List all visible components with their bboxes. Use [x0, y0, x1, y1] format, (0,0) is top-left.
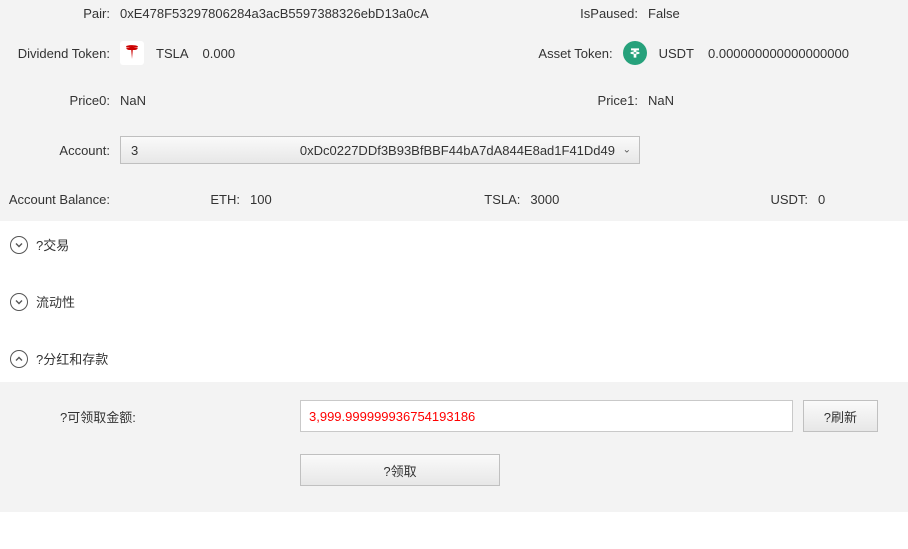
claimable-label: ?可领取金额: — [0, 407, 190, 426]
usdt-balance-value: 0 — [818, 192, 848, 207]
price0-label: Price0: — [0, 93, 120, 108]
tsla-balance-value: 3000 — [530, 192, 559, 207]
account-index: 3 — [131, 143, 138, 158]
asset-token-label: Asset Token: — [533, 46, 623, 61]
asset-token-symbol: USDT — [659, 46, 694, 61]
account-address: 0xDc0227DDf3B93BfBBF44bA7dA844E8ad1F41Dd… — [300, 143, 615, 158]
pair-value: 0xE478F53297806284a3acB5597388326ebD13a0… — [120, 6, 429, 21]
chevron-down-icon — [10, 236, 28, 254]
ispaused-value: False — [648, 6, 708, 21]
dividend-panel: ?可领取金额: ?刷新 ?领取 — [0, 382, 908, 512]
section-dividend-header[interactable]: ?分红和存款 — [0, 335, 908, 382]
dividend-token-amount: 0.000 — [203, 46, 236, 61]
usdt-icon — [623, 41, 647, 65]
asset-token-amount: 0.000000000000000000 — [708, 46, 878, 61]
account-dropdown[interactable]: 3 0xDc0227DDf3B93BfBBF44bA7dA844E8ad1F41… — [120, 136, 640, 164]
claimable-input[interactable] — [300, 400, 793, 432]
pair-label: Pair: — [0, 6, 120, 21]
chevron-down-icon — [10, 293, 28, 311]
price1-label: Price1: — [558, 93, 648, 108]
tsla-icon — [120, 41, 144, 65]
price0-value: NaN — [120, 93, 146, 108]
claim-button[interactable]: ?领取 — [300, 454, 500, 486]
tsla-balance-label: TSLA: — [480, 192, 530, 207]
eth-label: ETH: — [210, 192, 250, 207]
section-trade-header[interactable]: ?交易 — [0, 221, 908, 268]
dividend-token-symbol: TSLA — [156, 46, 189, 61]
section-liquidity-title: 流动性 — [36, 292, 75, 311]
ispaused-label: IsPaused: — [558, 6, 648, 21]
price1-value: NaN — [648, 93, 708, 108]
account-label: Account: — [0, 143, 120, 158]
usdt-balance-label: USDT: — [768, 192, 818, 207]
account-balance-label: Account Balance: — [0, 192, 120, 207]
dividend-token-label: Dividend Token: — [0, 46, 120, 61]
eth-value: 100 — [250, 192, 272, 207]
refresh-button[interactable]: ?刷新 — [803, 400, 878, 432]
chevron-up-icon — [10, 350, 28, 368]
section-trade-title: ?交易 — [36, 235, 69, 254]
chevron-down-icon: ⌄ — [623, 145, 631, 156]
section-dividend-title: ?分红和存款 — [36, 349, 108, 368]
section-liquidity-header[interactable]: 流动性 — [0, 278, 908, 325]
